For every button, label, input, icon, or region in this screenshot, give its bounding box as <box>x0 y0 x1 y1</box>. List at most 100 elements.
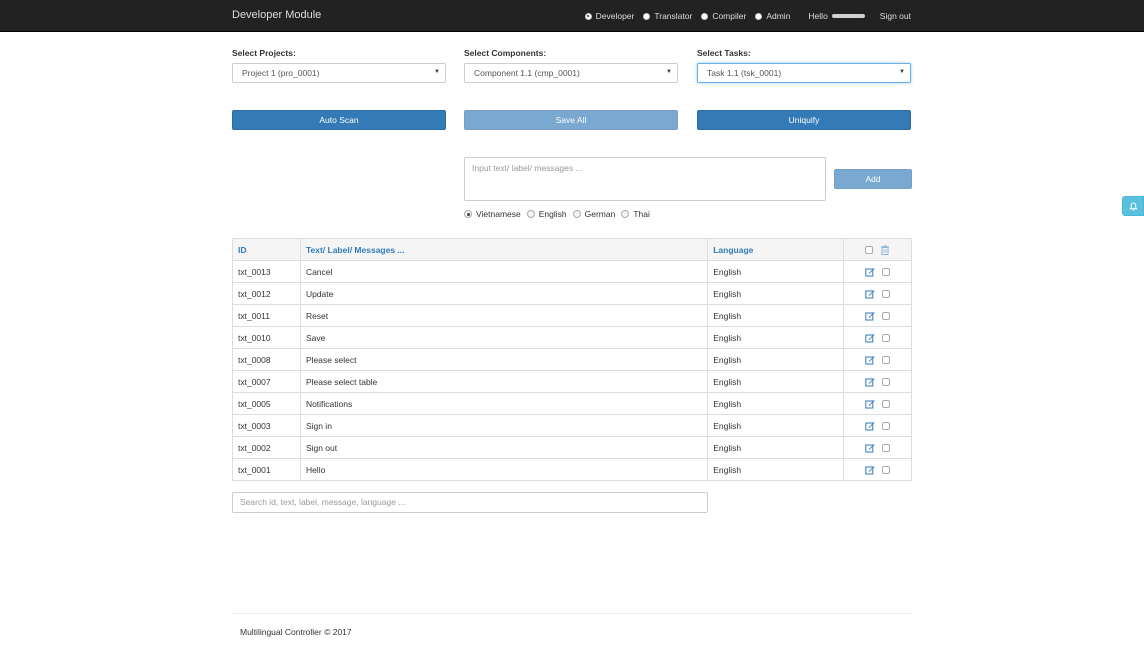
role-translator[interactable]: Translator <box>643 11 692 21</box>
row-checkbox[interactable] <box>882 311 891 320</box>
header-id[interactable]: ID <box>232 238 301 261</box>
cell-id: txt_0008 <box>232 348 301 371</box>
table-row: txt_0013 Cancel English <box>232 260 912 283</box>
row-checkbox[interactable] <box>882 421 891 430</box>
cell-text: Cancel <box>299 260 709 283</box>
cell-id: txt_0003 <box>232 414 301 437</box>
select-all-checkbox[interactable] <box>865 245 874 254</box>
cell-language: English <box>707 436 845 459</box>
select-components-group: Select Components: Component 1.1 (cmp_00… <box>464 48 678 83</box>
row-checkbox[interactable] <box>882 267 891 276</box>
radio-icon[interactable] <box>755 12 763 20</box>
row-checkbox[interactable] <box>882 399 891 408</box>
cell-id: txt_0005 <box>232 392 301 415</box>
search-input[interactable]: Search id, text, label, message, languag… <box>232 492 708 513</box>
caret-down-icon: ▼ <box>899 69 905 75</box>
edit-icon[interactable] <box>865 465 875 475</box>
select-tasks-label: Select Tasks: <box>697 48 751 58</box>
select-projects-value: Project 1 (pro_0001) <box>242 68 320 78</box>
cell-actions <box>843 414 912 437</box>
save-all-button[interactable]: Save All <box>464 110 678 130</box>
radio-icon[interactable] <box>572 210 581 218</box>
cell-text: Sign in <box>299 414 709 437</box>
cell-text: Please select table <box>299 370 709 393</box>
select-tasks[interactable]: Task 1.1 (tsk_0001) ▼ <box>697 63 911 83</box>
edit-icon[interactable] <box>865 311 875 321</box>
radio-icon[interactable] <box>621 210 630 218</box>
footer-text: Multilingual Controller © 2017 <box>240 627 352 637</box>
table-row: txt_0002 Sign out English <box>232 436 912 459</box>
caret-down-icon: ▼ <box>666 69 672 75</box>
row-checkbox[interactable] <box>882 289 891 298</box>
cell-id: txt_0012 <box>232 282 301 305</box>
lang-thai[interactable]: Thai <box>621 209 650 219</box>
lang-label: Thai <box>633 209 650 219</box>
role-compiler[interactable]: Compiler <box>701 11 746 21</box>
brand-title[interactable]: Developer Module <box>232 9 321 21</box>
radio-icon[interactable] <box>526 210 535 218</box>
row-checkbox[interactable] <box>882 443 891 452</box>
cell-language: English <box>707 260 845 283</box>
messages-table: ID Text/ Label/ Messages ... Language tx… <box>232 238 912 481</box>
role-developer[interactable]: Developer <box>584 11 634 21</box>
cell-actions <box>843 282 912 305</box>
edit-icon[interactable] <box>865 333 875 343</box>
radio-icon[interactable] <box>701 12 709 20</box>
caret-down-icon: ▼ <box>434 69 440 75</box>
radio-icon[interactable] <box>643 12 651 20</box>
radio-icon[interactable] <box>464 210 472 218</box>
select-components[interactable]: Component 1.1 (cmp_0001) ▼ <box>464 63 678 83</box>
edit-icon[interactable] <box>865 443 875 453</box>
cell-actions <box>843 304 912 327</box>
cell-language: English <box>707 392 845 415</box>
header-text[interactable]: Text/ Label/ Messages ... <box>299 238 709 261</box>
hello-text: Hello <box>808 11 828 21</box>
edit-icon[interactable] <box>865 399 875 409</box>
edit-icon[interactable] <box>865 355 875 365</box>
lang-vietnamese[interactable]: Vietnamese <box>464 209 521 219</box>
edit-icon[interactable] <box>865 267 875 277</box>
header-language[interactable]: Language <box>707 238 845 261</box>
cell-actions <box>843 436 912 459</box>
row-checkbox[interactable] <box>882 377 891 386</box>
row-checkbox[interactable] <box>882 333 891 342</box>
user-greeting: Hello <box>808 11 865 21</box>
lang-english[interactable]: English <box>526 209 567 219</box>
cell-language: English <box>707 348 845 371</box>
text-input[interactable]: Input text/ label/ messages ... <box>464 157 826 201</box>
cell-actions <box>843 260 912 283</box>
uniquify-button[interactable]: Uniquify <box>697 110 911 130</box>
lang-german[interactable]: German <box>572 209 615 219</box>
notification-button[interactable] <box>1122 196 1144 216</box>
nav-right: Developer Translator Compiler Admin Hell… <box>576 0 911 32</box>
role-admin[interactable]: Admin <box>755 11 790 21</box>
cell-text: Notifications <box>299 392 709 415</box>
table-row: txt_0007 Please select table English <box>232 370 912 393</box>
cell-language: English <box>707 326 845 349</box>
row-checkbox[interactable] <box>882 355 891 364</box>
cell-language: English <box>707 304 845 327</box>
role-label: Admin <box>766 11 791 21</box>
radio-icon[interactable] <box>584 12 592 20</box>
cell-text: Sign out <box>299 436 709 459</box>
signout-link[interactable]: Sign out <box>880 11 911 21</box>
cell-id: txt_0007 <box>232 370 301 393</box>
cell-actions <box>843 370 912 393</box>
cell-text: Update <box>299 282 709 305</box>
edit-icon[interactable] <box>865 289 875 299</box>
row-checkbox[interactable] <box>882 465 891 474</box>
lang-label: English <box>538 209 567 219</box>
cell-id: txt_0010 <box>232 326 301 349</box>
cell-actions <box>843 392 912 415</box>
cell-actions <box>843 348 912 371</box>
cell-language: English <box>707 414 845 437</box>
select-projects[interactable]: Project 1 (pro_0001) ▼ <box>232 63 446 83</box>
cell-language: English <box>707 370 845 393</box>
trash-icon[interactable] <box>880 245 890 255</box>
edit-icon[interactable] <box>865 421 875 431</box>
add-button[interactable]: Add <box>834 169 912 189</box>
table-row: txt_0012 Update English <box>232 282 912 305</box>
cell-text: Reset <box>299 304 709 327</box>
edit-icon[interactable] <box>865 377 875 387</box>
auto-scan-button[interactable]: Auto Scan <box>232 110 446 130</box>
